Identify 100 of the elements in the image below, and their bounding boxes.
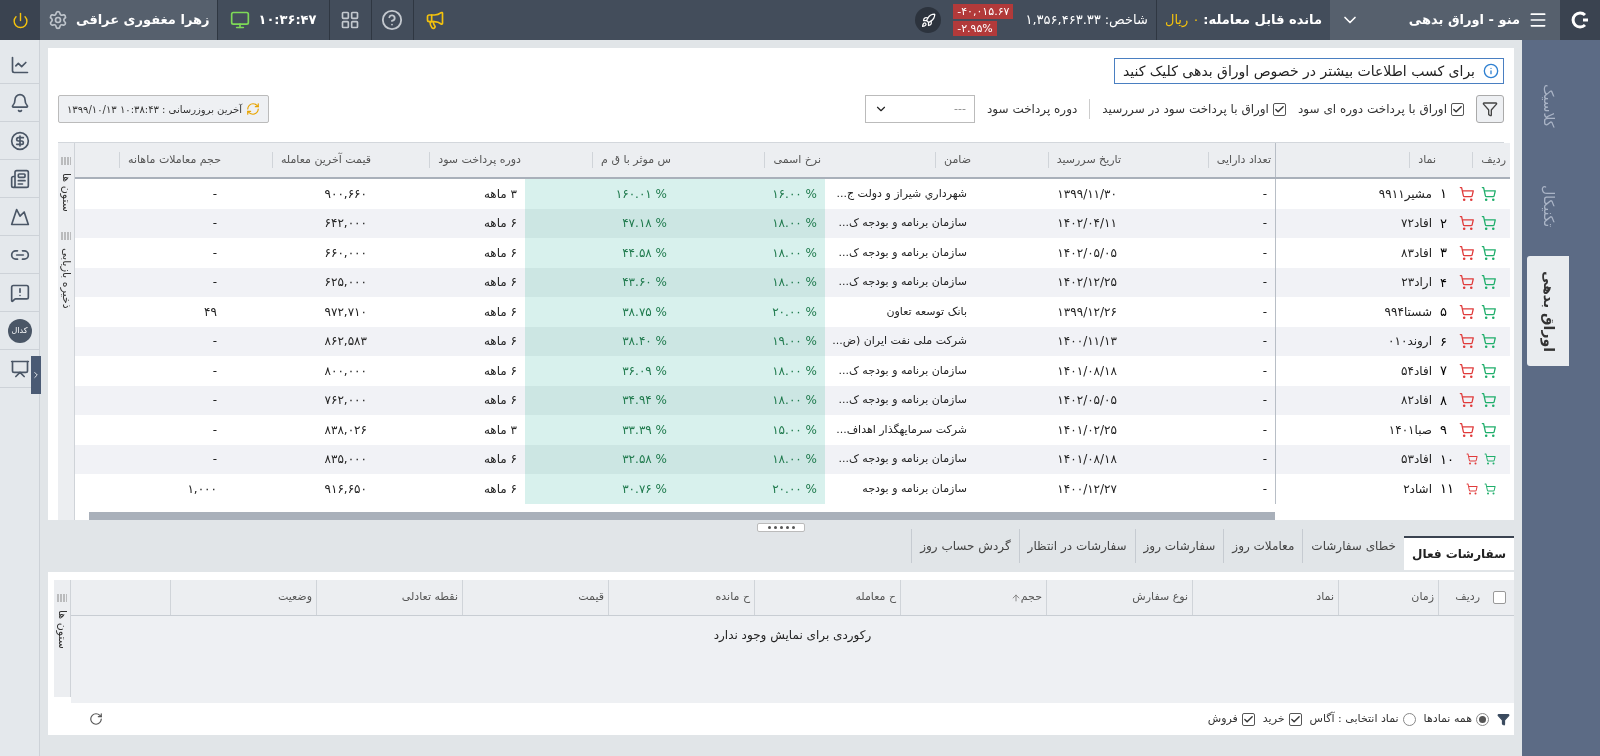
- buy-cart-icon[interactable]: [1480, 421, 1496, 438]
- symbol-link[interactable]: صبا۱۴۰۱: [1388, 420, 1432, 439]
- drag-handle-icon[interactable]: [57, 594, 67, 602]
- settings-icon[interactable]: [48, 10, 68, 30]
- side-tab[interactable]: اوراق بدهی: [1527, 256, 1569, 366]
- filter-button[interactable]: [1476, 95, 1504, 123]
- orders-tab[interactable]: سفارشات فعال: [1404, 536, 1514, 570]
- drag-handle-icon[interactable]: [61, 231, 71, 240]
- column-header[interactable]: س موثر با ق م: [592, 151, 671, 169]
- money-icon[interactable]: [9, 130, 30, 151]
- sell-cart-icon[interactable]: [1465, 451, 1478, 468]
- chart-icon[interactable]: [9, 54, 30, 75]
- column-header[interactable]: قیمت: [578, 589, 604, 606]
- sell-cart-icon[interactable]: [1465, 480, 1478, 497]
- buy-cart-icon[interactable]: [1484, 451, 1496, 468]
- buy-cart-icon[interactable]: [1480, 333, 1496, 350]
- symbol-link[interactable]: افاد۸۲: [1401, 391, 1432, 410]
- column-header[interactable]: نقطه تعادلی: [401, 589, 458, 606]
- column-header[interactable]: حجم: [1010, 589, 1042, 606]
- side-strip-label[interactable]: ستون ها: [57, 173, 75, 212]
- column-header[interactable]: تعداد دارایی: [1207, 151, 1271, 169]
- radio-button[interactable]: [1476, 712, 1489, 726]
- radio-label[interactable]: نماد انتخابی : آگاس: [1309, 710, 1399, 728]
- column-header[interactable]: نوع سفارش: [1132, 589, 1188, 606]
- sell-cart-icon[interactable]: [1459, 333, 1475, 350]
- period-select[interactable]: ---: [865, 95, 975, 123]
- buy-cart-icon[interactable]: [1480, 392, 1496, 409]
- buy-cart-icon[interactable]: [1484, 480, 1496, 497]
- column-header[interactable]: نرخ اسمی: [764, 151, 821, 169]
- refresh-icon[interactable]: [89, 712, 103, 726]
- buy-cart-icon[interactable]: [1480, 215, 1496, 232]
- column-header[interactable]: ضامن: [935, 151, 971, 169]
- info-link[interactable]: برای کسب اطلاعات بیشتر در خصوص اوراق بدهی کلیک کنید: [1113, 58, 1504, 84]
- sell-cart-icon[interactable]: [1459, 362, 1475, 379]
- menu-icon[interactable]: [1528, 10, 1548, 30]
- buy-cart-icon[interactable]: [1480, 303, 1496, 320]
- column-header[interactable]: ردیف: [1455, 589, 1480, 606]
- monitor-icon[interactable]: [230, 10, 251, 30]
- orders-tab[interactable]: معاملات روز: [1223, 529, 1303, 563]
- help-icon[interactable]: [381, 9, 403, 31]
- buy-cart-icon[interactable]: [1480, 185, 1496, 202]
- logo-icon[interactable]: [1570, 10, 1590, 30]
- radio-label[interactable]: همه نمادها: [1423, 710, 1472, 728]
- checkbox[interactable]: [1451, 102, 1464, 116]
- info-icon[interactable]: [1483, 63, 1499, 79]
- rocket-button[interactable]: [915, 7, 942, 33]
- bell-icon[interactable]: [9, 92, 30, 113]
- message-icon[interactable]: [9, 282, 30, 303]
- side-strip-label[interactable]: ذخیره بازیابی: [57, 247, 75, 309]
- mountain-icon[interactable]: [9, 206, 30, 227]
- symbol-link[interactable]: افاد۸۳: [1401, 243, 1432, 262]
- buy-cart-icon[interactable]: [1480, 362, 1496, 379]
- codal-button[interactable]: کدال: [7, 318, 32, 343]
- symbol-link[interactable]: افاد۷۲: [1401, 214, 1432, 233]
- symbol-link[interactable]: اروند۰۱۰: [1388, 332, 1432, 351]
- symbol-link[interactable]: افاد۵۴: [1401, 361, 1432, 380]
- main-menu-button[interactable]: منو - اوراق بدهی: [1370, 0, 1560, 40]
- splitter-handle[interactable]: [757, 522, 805, 532]
- checkbox[interactable]: [1241, 712, 1255, 726]
- column-header[interactable]: نماد: [1316, 589, 1334, 606]
- presentation-chart-icon[interactable]: [9, 358, 30, 379]
- column-header[interactable]: نماد: [1409, 151, 1436, 169]
- filter-icon[interactable]: [1482, 101, 1498, 117]
- megaphone-icon[interactable]: [424, 10, 445, 30]
- symbol-link[interactable]: اشاد۲: [1403, 479, 1432, 498]
- sell-cart-icon[interactable]: [1459, 274, 1475, 291]
- checkbox-label[interactable]: اوراق با پرداخت سود در سررسید: [1102, 100, 1269, 118]
- power-icon[interactable]: [11, 11, 29, 29]
- layout-grid-icon[interactable]: [340, 10, 360, 30]
- checkbox[interactable]: [1288, 712, 1302, 726]
- symbol-link[interactable]: شستا۹۹۴: [1384, 302, 1432, 321]
- drag-handle-icon[interactable]: [61, 157, 71, 165]
- sell-cart-icon[interactable]: [1459, 421, 1475, 438]
- column-header[interactable]: حجم معاملات ماهانه: [119, 151, 221, 169]
- column-header[interactable]: زمان: [1411, 589, 1434, 606]
- radio-button[interactable]: [1402, 712, 1416, 726]
- symbol-link[interactable]: مشیر۹۹۱۱: [1378, 184, 1432, 203]
- select-all-checkbox[interactable]: [1492, 591, 1506, 604]
- orders-tab[interactable]: سفارشات روز: [1134, 529, 1224, 563]
- symbol-link[interactable]: افاد۵۳: [1401, 450, 1432, 469]
- checkbox-label[interactable]: اوراق با پرداخت دوره ای سود: [1297, 100, 1447, 118]
- buy-cart-icon[interactable]: [1480, 244, 1496, 261]
- rocket-icon[interactable]: [920, 12, 936, 28]
- sell-cart-icon[interactable]: [1459, 244, 1475, 261]
- orders-tab[interactable]: خطای سفارشات: [1302, 529, 1405, 563]
- checkbox-label[interactable]: خرید: [1262, 710, 1285, 728]
- symbol-link[interactable]: اراد۲۳: [1401, 273, 1432, 292]
- sell-cart-icon[interactable]: [1459, 215, 1475, 232]
- column-header[interactable]: قیمت آخرین معامله: [271, 151, 371, 169]
- expand-handle[interactable]: [31, 356, 41, 394]
- column-header[interactable]: ردیف: [1472, 151, 1506, 169]
- column-header[interactable]: وضعیت: [277, 589, 312, 606]
- orders-tab[interactable]: گردش حساب روز: [911, 529, 1019, 563]
- buy-cart-icon[interactable]: [1480, 274, 1496, 291]
- sell-cart-icon[interactable]: [1459, 392, 1475, 409]
- news-icon[interactable]: [9, 168, 30, 189]
- column-header[interactable]: تاریخ سررسید: [1047, 151, 1121, 169]
- refresh-button[interactable]: آخرین بروزرسانی : ۱۰:۳۸:۴۳ ۱۳۹۹/۱۰/۱۳: [58, 95, 269, 123]
- filter-icon[interactable]: [1497, 712, 1510, 726]
- power-button[interactable]: [0, 0, 40, 40]
